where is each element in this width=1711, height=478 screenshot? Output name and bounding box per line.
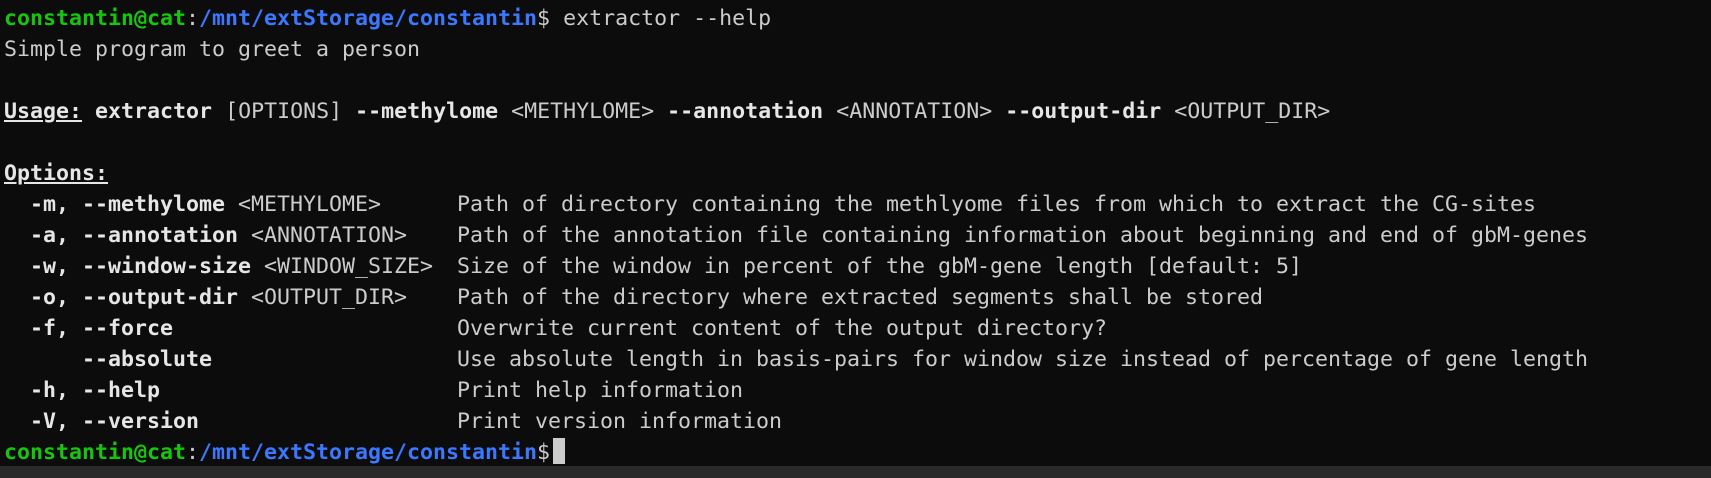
prompt-separator: : — [186, 6, 200, 31]
option-description: Size of the window in percent of the gbM… — [457, 254, 1303, 279]
options-header: Options: — [4, 161, 109, 186]
option-flags: -o, --output-dir — [4, 285, 239, 310]
usage-options-token: [OPTIONS] — [225, 99, 343, 124]
command-text: extractor --help — [550, 6, 772, 31]
option-flags: -V, --version — [4, 409, 200, 434]
terminal-window[interactable]: constantin@cat:/mnt/extStorage/constanti… — [0, 0, 1711, 466]
option-description: Use absolute length in basis-pairs for w… — [457, 347, 1589, 372]
option-arg: <ANNOTATION> — [238, 223, 408, 248]
option-flags-cell: -f, --force — [4, 313, 457, 344]
usage-arg-methylome: <METHYLOME> — [511, 99, 655, 124]
option-row-version: -V, --version Print version information — [4, 406, 1711, 437]
prompt-symbol: $ — [537, 440, 551, 465]
prompt-path: /mnt/extStorage/constantin — [199, 6, 538, 31]
option-description: Print version information — [457, 409, 783, 434]
prompt-line-2[interactable]: constantin@cat:/mnt/extStorage/constanti… — [4, 437, 1711, 466]
option-flags-cell: -h, --help — [4, 375, 457, 406]
option-flags-cell: -V, --version — [4, 406, 457, 437]
option-row-annotation: -a, --annotation <ANNOTATION> Path of the… — [4, 220, 1711, 251]
option-arg: <METHYLOME> — [225, 192, 382, 217]
option-description: Print help information — [457, 378, 744, 403]
option-flags-cell: -m, --methylome <METHYLOME> — [4, 189, 457, 220]
prompt-path: /mnt/extStorage/constantin — [199, 440, 538, 465]
usage-flag-annotation: --annotation — [667, 99, 824, 124]
option-flags: -h, --help — [4, 378, 161, 403]
options-header-line: Options: — [4, 158, 1711, 189]
prompt-user-host: constantin@cat — [4, 6, 187, 31]
usage-arg-annotation: <ANNOTATION> — [836, 99, 993, 124]
description-line: Simple program to greet a person — [4, 37, 421, 62]
window-bottom-edge — [0, 466, 1711, 478]
option-row-force: -f, --force Overwrite current content of … — [4, 313, 1711, 344]
option-flags-cell: -o, --output-dir <OUTPUT_DIR> — [4, 282, 457, 313]
option-description: Overwrite current content of the output … — [457, 316, 1108, 341]
option-flags-cell: --absolute — [4, 344, 457, 375]
option-flags: --absolute — [4, 347, 213, 372]
usage-line: Usage: extractor [OPTIONS] --methylome <… — [4, 96, 1711, 127]
text-cursor[interactable] — [553, 438, 566, 464]
option-flags: -m, --methylome — [4, 192, 226, 217]
option-flags-cell: -w, --window-size <WINDOW_SIZE> — [4, 251, 457, 282]
option-flags-cell: -a, --annotation <ANNOTATION> — [4, 220, 457, 251]
usage-flag-methylome: --methylome — [355, 99, 499, 124]
usage-arg-output-dir: <OUTPUT_DIR> — [1174, 99, 1331, 124]
prompt-user-host: constantin@cat — [4, 440, 187, 465]
option-flags: -f, --force — [4, 316, 174, 341]
usage-binary: extractor — [95, 99, 213, 124]
option-description: Path of the directory where extracted se… — [457, 285, 1264, 310]
option-arg: <WINDOW_SIZE> — [251, 254, 434, 279]
option-row-absolute: --absolute Use absolute length in basis-p… — [4, 344, 1711, 375]
option-row-methylome: -m, --methylome <METHYLOME> Path of direc… — [4, 189, 1711, 220]
prompt-line-1: constantin@cat:/mnt/extStorage/constanti… — [4, 3, 1711, 34]
usage-flag-output-dir: --output-dir — [1005, 99, 1162, 124]
usage-label: Usage: — [4, 99, 83, 124]
option-description: Path of the annotation file containing i… — [457, 223, 1589, 248]
option-row-help: -h, --help Print help information — [4, 375, 1711, 406]
option-flags: -w, --window-size — [4, 254, 252, 279]
option-row-output-dir: -o, --output-dir <OUTPUT_DIR> Path of the… — [4, 282, 1711, 313]
prompt-separator: : — [186, 440, 200, 465]
option-row-window-size: -w, --window-size <WINDOW_SIZE> Size of t… — [4, 251, 1711, 282]
option-arg: <OUTPUT_DIR> — [238, 285, 408, 310]
prompt-symbol: $ — [537, 6, 551, 31]
option-description: Path of directory containing the methlyo… — [457, 192, 1537, 217]
option-flags: -a, --annotation — [4, 223, 239, 248]
